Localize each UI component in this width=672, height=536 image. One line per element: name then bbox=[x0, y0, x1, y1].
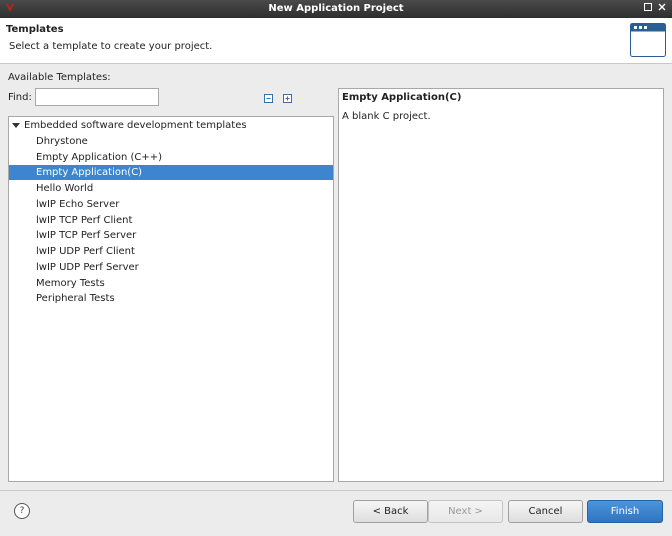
minimize-icon[interactable] bbox=[642, 2, 654, 14]
wizard-header: Templates Select a template to create yo… bbox=[0, 18, 672, 64]
tree-root-label: Embedded software development templates bbox=[24, 120, 247, 131]
tree-item[interactable]: lwIP UDP Perf Server bbox=[9, 260, 333, 275]
find-input[interactable] bbox=[35, 88, 159, 106]
tree-item-selected[interactable]: Empty Application(C) bbox=[9, 165, 333, 180]
wizard-window-icon bbox=[630, 23, 666, 60]
tree-item[interactable]: Peripheral Tests bbox=[9, 291, 333, 306]
collapse-all-icon[interactable] bbox=[263, 93, 275, 105]
tree-root-item[interactable]: Embedded software development templates bbox=[9, 118, 333, 133]
tree-item[interactable]: lwIP UDP Perf Client bbox=[9, 244, 333, 259]
page-title: Templates bbox=[6, 24, 64, 35]
close-icon[interactable] bbox=[656, 2, 668, 14]
window-title: New Application Project bbox=[268, 3, 404, 14]
tree-item[interactable]: Hello World bbox=[9, 181, 333, 196]
description-title: Empty Application(C) bbox=[342, 92, 462, 103]
available-templates-label: Available Templates: bbox=[8, 72, 111, 83]
tree-item[interactable]: Dhrystone bbox=[9, 134, 333, 149]
chevron-down-icon[interactable] bbox=[12, 123, 20, 128]
help-icon[interactable]: ? bbox=[14, 503, 30, 519]
template-description-panel: Empty Application(C) A blank C project. bbox=[338, 88, 664, 482]
expand-all-icon[interactable] bbox=[282, 93, 294, 105]
cancel-button[interactable]: Cancel bbox=[508, 500, 583, 523]
finish-button[interactable]: Finish bbox=[587, 500, 663, 523]
tree-item[interactable]: Memory Tests bbox=[9, 276, 333, 291]
back-button[interactable]: < Back bbox=[353, 500, 428, 523]
tree-item[interactable]: lwIP TCP Perf Client bbox=[9, 213, 333, 228]
find-label: Find: bbox=[8, 92, 32, 103]
template-tree[interactable]: Embedded software development templates … bbox=[8, 116, 334, 482]
footer-divider bbox=[0, 490, 672, 491]
page-description: Select a template to create your project… bbox=[9, 41, 213, 52]
next-button[interactable]: Next > bbox=[428, 500, 503, 523]
window-titlebar: New Application Project bbox=[0, 0, 672, 18]
tree-item[interactable]: Empty Application (C++) bbox=[9, 150, 333, 165]
tree-item[interactable]: lwIP Echo Server bbox=[9, 197, 333, 212]
description-text: A blank C project. bbox=[342, 111, 431, 122]
tree-item[interactable]: lwIP TCP Perf Server bbox=[9, 228, 333, 243]
